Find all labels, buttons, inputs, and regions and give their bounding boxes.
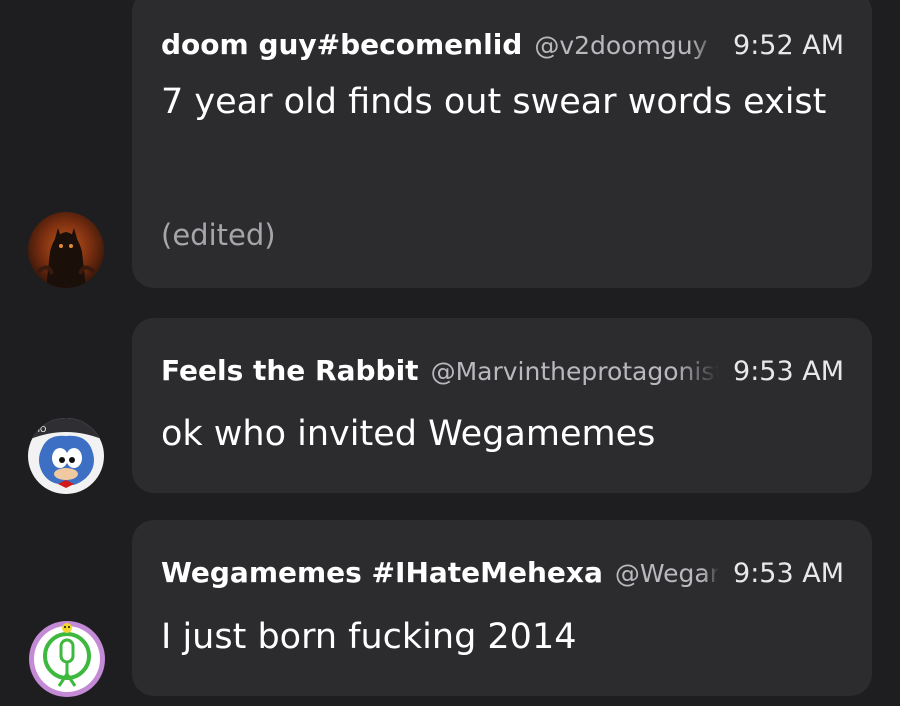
timestamp: 9:53 AM (733, 356, 844, 387)
user-handle[interactable]: @Marvintheprotagonist (431, 357, 719, 386)
message-header: Wegamemes #IHateMehexa @Wegamemes 9:53 A… (161, 556, 844, 589)
user-handle[interactable]: @Wegamemes (615, 559, 719, 588)
username[interactable]: Wegamemes #IHateMehexa (161, 556, 603, 589)
timestamp: 9:53 AM (733, 558, 844, 589)
message-header: Feels the Rabbit @Marvintheprotagonist 9… (161, 354, 844, 387)
green-microphone-avatar[interactable] (28, 620, 106, 698)
message-text: 7 year old finds out swear words exist (161, 82, 827, 122)
timestamp: 9:52 AM (733, 30, 844, 61)
message-bubble[interactable]: doom guy#becomenlid @v2doomguy 9:52 AM 7… (132, 0, 872, 288)
blue-hedgehog-avatar[interactable]: HO (28, 418, 104, 494)
message-bubble[interactable]: Feels the Rabbit @Marvintheprotagonist 9… (132, 318, 872, 493)
avatar-image: HO (28, 418, 104, 494)
message-bubble[interactable]: Wegamemes #IHateMehexa @Wegamemes 9:53 A… (132, 520, 872, 696)
username[interactable]: doom guy#becomenlid (161, 28, 522, 61)
message-text: I just born fucking 2014 (161, 617, 577, 657)
user-handle[interactable]: @v2doomguy (534, 31, 719, 60)
message-text: ok who invited Wegamemes (161, 414, 656, 454)
avatar-image (29, 621, 105, 697)
svg-text:HO: HO (34, 425, 46, 434)
edited-label: (edited) (161, 218, 276, 252)
message-header: doom guy#becomenlid @v2doomguy 9:52 AM (161, 28, 844, 61)
dark-creature-avatar[interactable] (28, 212, 104, 288)
username[interactable]: Feels the Rabbit (161, 354, 419, 387)
avatar-image (28, 212, 104, 288)
